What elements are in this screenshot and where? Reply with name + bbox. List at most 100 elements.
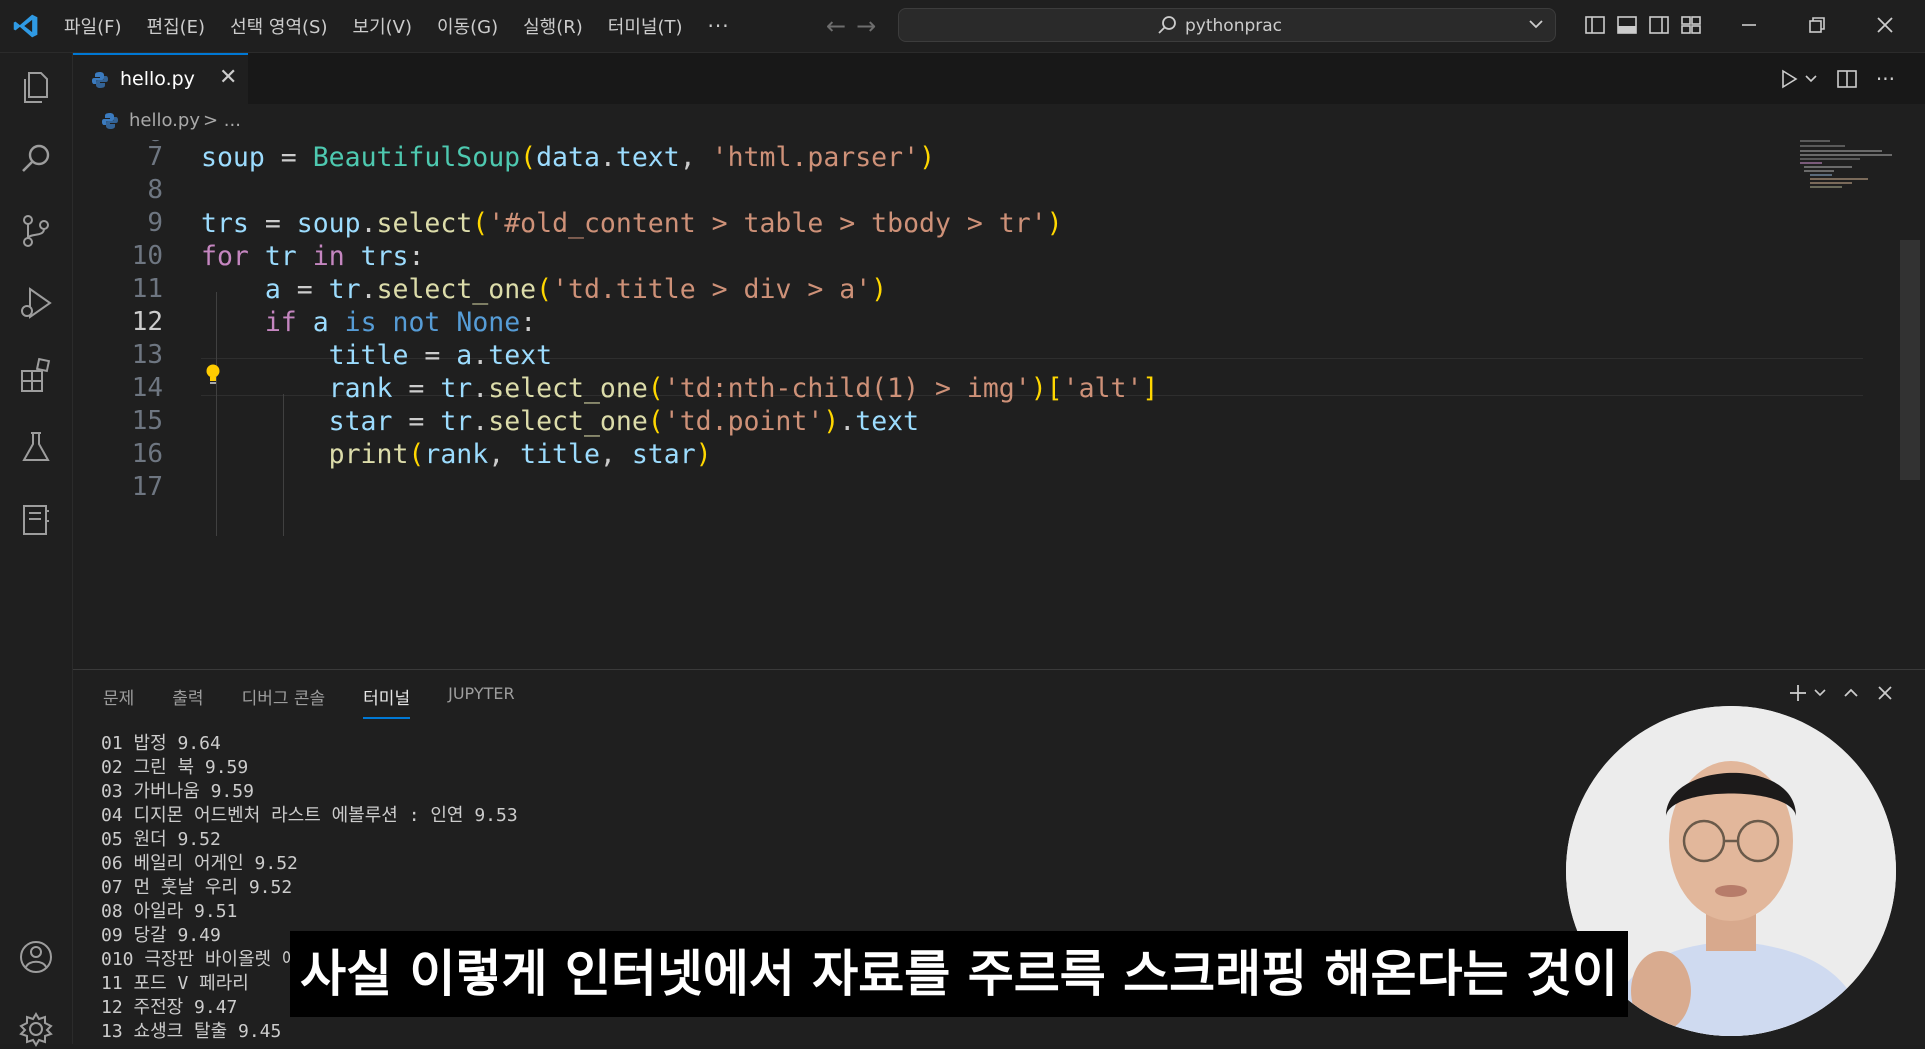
menu-file[interactable]: 파일(F): [64, 13, 122, 39]
code-token: ,: [488, 439, 521, 470]
code-token: .: [472, 406, 489, 437]
toggle-primary-sidebar-icon[interactable]: [1584, 14, 1606, 36]
tab-debug-console[interactable]: 디버그 콘솔: [242, 684, 326, 719]
minimap[interactable]: [1800, 140, 1895, 200]
tab-problems[interactable]: 문제: [103, 684, 134, 719]
code-editor[interactable]: 6 7891011121314151617 soup = BeautifulSo…: [73, 140, 1925, 669]
editor-scrollbar[interactable]: [1900, 240, 1920, 480]
chevron-down-icon[interactable]: [1527, 15, 1545, 33]
terminal-line: 01 밥정 9.64: [101, 733, 221, 754]
gear-icon[interactable]: [16, 1009, 56, 1049]
code-token: star: [328, 406, 393, 437]
testing-flask-icon[interactable]: [16, 427, 56, 467]
code-token: =: [264, 142, 313, 173]
code-token: star: [631, 439, 696, 470]
nav-arrows: ←→: [826, 12, 886, 40]
code-line: for tr in trs:: [201, 241, 424, 272]
code-token: ): [871, 274, 888, 305]
menu-view[interactable]: 보기(V): [353, 13, 412, 39]
code-token: .: [360, 274, 377, 305]
panel-actions: [1787, 682, 1895, 704]
code-token: text: [855, 406, 920, 437]
tab-terminal[interactable]: 터미널: [363, 684, 411, 719]
forward-arrow-icon[interactable]: →: [856, 12, 886, 40]
terminal-line: 07 먼 훗날 우리 9.52: [101, 877, 293, 898]
code-token: a: [264, 274, 281, 305]
editor-actions: ···: [1778, 67, 1895, 91]
code-token: in: [312, 241, 345, 272]
explorer-icon[interactable]: [16, 67, 56, 107]
menu-go[interactable]: 이동(G): [437, 13, 498, 39]
menu-terminal[interactable]: 터미널(T): [608, 13, 683, 39]
maximize-panel-icon[interactable]: [1841, 683, 1861, 703]
code-token: ): [1046, 208, 1063, 239]
customize-layout-icon[interactable]: [1680, 14, 1702, 36]
command-center-search[interactable]: pythonprac: [898, 8, 1556, 42]
terminal-line: 05 원더 9.52: [101, 829, 221, 850]
run-python-file-icon[interactable]: [1778, 68, 1800, 90]
line-number: 17: [131, 472, 163, 502]
tab-output[interactable]: 출력: [172, 684, 203, 719]
chevron-down-icon[interactable]: [1813, 686, 1827, 700]
back-arrow-icon[interactable]: ←: [826, 12, 856, 40]
minimize-icon[interactable]: [1736, 12, 1762, 38]
new-terminal-plus-icon[interactable]: [1787, 682, 1809, 704]
line-number: 9: [147, 208, 163, 238]
search-icon[interactable]: [16, 139, 56, 179]
panel-tabs: 문제 출력 디버그 콘솔 터미널 JUPYTER: [103, 684, 553, 719]
account-icon[interactable]: [16, 937, 56, 977]
code-token: select_one: [488, 373, 648, 404]
code-line: if a is not None:: [201, 307, 536, 338]
code-token: =: [392, 373, 441, 404]
source-control-icon[interactable]: [16, 211, 56, 251]
code-token: ): [823, 406, 840, 437]
code-token: if: [264, 307, 297, 338]
notebook-icon[interactable]: [16, 499, 56, 539]
tab-hello-py[interactable]: hello.py ✕: [73, 53, 248, 104]
code-token: select_one: [488, 406, 648, 437]
menu-more-button[interactable]: ···: [708, 14, 730, 38]
code-token: (: [647, 406, 664, 437]
code-token: 'html.parser': [711, 142, 920, 173]
close-window-icon[interactable]: [1872, 12, 1898, 38]
code-line: soup = BeautifulSoup(data.text, 'html.pa…: [201, 142, 935, 173]
code-token: select_one: [376, 274, 537, 305]
code-line: title = a.text: [201, 340, 552, 371]
code-token: data: [536, 142, 600, 173]
chevron-down-icon[interactable]: [1804, 72, 1818, 86]
terminal-line: 06 베일리 어게인 9.52: [101, 853, 298, 874]
menu-selection[interactable]: 선택 영역(S): [230, 13, 327, 39]
more-actions-icon[interactable]: ···: [1876, 67, 1895, 91]
vscode-logo-icon: [13, 14, 38, 38]
close-panel-icon[interactable]: [1875, 683, 1895, 703]
code-token: text: [488, 340, 553, 371]
extensions-icon[interactable]: [16, 355, 56, 395]
code-token: .: [360, 208, 377, 239]
breadcrumb-file[interactable]: hello.py: [129, 110, 200, 131]
code-token: :: [520, 307, 537, 338]
breadcrumb-symbols[interactable]: > ...: [203, 110, 241, 131]
close-tab-icon[interactable]: ✕: [219, 65, 237, 90]
video-subtitle: 사실 이렇게 인터넷에서 자료를 주르륵 스크래핑 해온다는 것이: [290, 931, 1628, 1017]
code-token: .: [839, 406, 856, 437]
code-token: =: [280, 274, 329, 305]
code-token: '#old_content > table > tbody > tr': [488, 208, 1047, 239]
menu-run[interactable]: 실행(R): [523, 13, 583, 39]
code-token: text: [615, 142, 680, 173]
toggle-panel-icon[interactable]: [1616, 14, 1638, 36]
code-token: rank: [328, 373, 393, 404]
menu-edit[interactable]: 편집(E): [147, 13, 206, 39]
activity-bar: [0, 53, 73, 1047]
run-debug-icon[interactable]: [16, 283, 56, 323]
line-number: 13: [131, 340, 163, 370]
restore-icon[interactable]: [1804, 12, 1830, 38]
split-editor-icon[interactable]: [1836, 68, 1858, 90]
tab-jupyter[interactable]: JUPYTER: [448, 684, 515, 719]
code-token: trs: [360, 241, 409, 272]
toggle-secondary-sidebar-icon[interactable]: [1648, 14, 1670, 36]
code-token: soup: [296, 208, 361, 239]
